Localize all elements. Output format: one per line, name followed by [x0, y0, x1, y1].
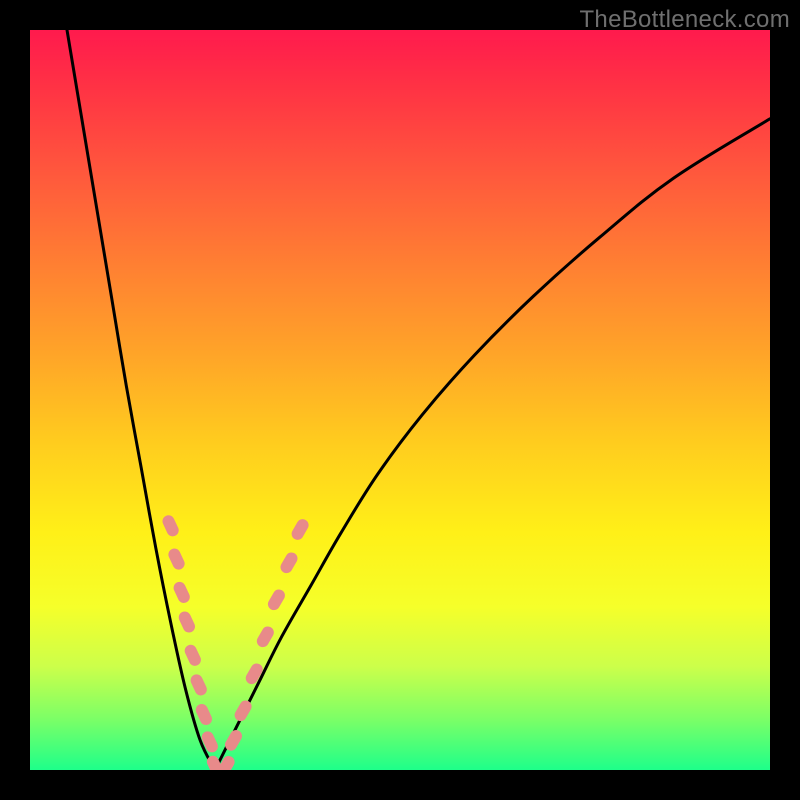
curve-layer	[67, 30, 770, 770]
data-marker	[255, 624, 276, 649]
marker-layer	[161, 513, 311, 770]
data-marker	[183, 643, 203, 668]
data-marker	[189, 672, 209, 697]
data-marker	[172, 580, 192, 605]
data-marker	[289, 517, 310, 542]
data-marker	[278, 550, 299, 575]
plot-area	[30, 30, 770, 770]
data-marker	[161, 513, 181, 538]
watermark-text: TheBottleneck.com	[579, 6, 790, 34]
data-marker	[177, 609, 197, 634]
data-marker	[200, 729, 220, 754]
chart-svg	[30, 30, 770, 770]
series-right-curve	[215, 119, 770, 770]
data-marker	[166, 547, 186, 572]
chart-frame: TheBottleneck.com	[0, 0, 800, 800]
data-marker	[194, 702, 214, 727]
data-marker	[266, 587, 287, 612]
